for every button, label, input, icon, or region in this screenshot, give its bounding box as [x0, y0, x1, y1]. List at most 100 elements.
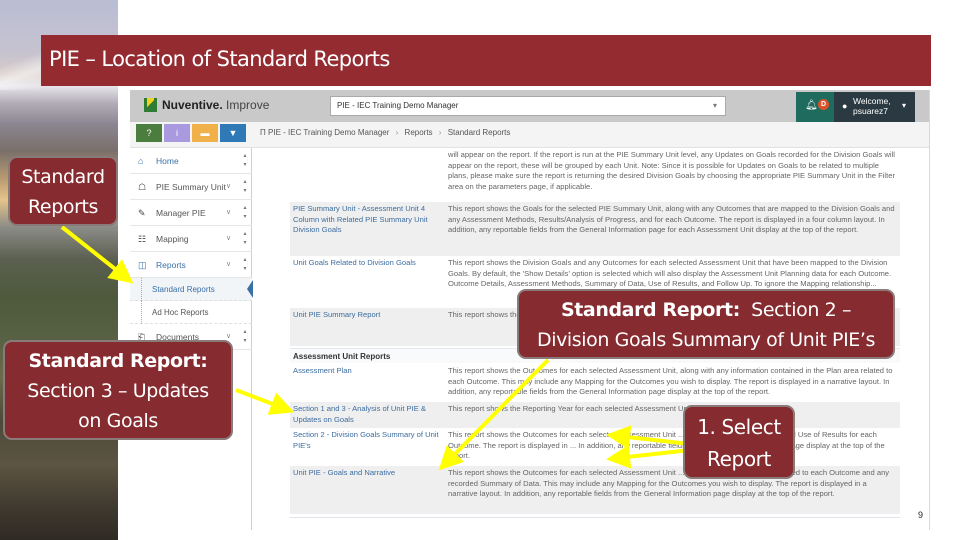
scroll-arrows-icon[interactable]: ▴ ▾ [241, 256, 249, 274]
callout-section-2: Standard Report: Section 2 – Division Go… [517, 289, 895, 359]
callout-standard-reports: Standard Reports [8, 156, 118, 226]
table-row: will appear on the report. If the report… [290, 148, 900, 202]
callout-text: Division Goals Summary of Unit PIE’s [536, 329, 876, 351]
context-select[interactable]: PIE - IEC Training Demo Manager ▾ [330, 96, 726, 116]
callout-text: Report [707, 447, 771, 471]
info-button[interactable]: i [164, 124, 190, 142]
scroll-arrows-icon[interactable]: ▴ ▾ [241, 230, 249, 248]
panel-icon: ▬ [200, 128, 210, 138]
callout-text: on Goals [78, 410, 158, 432]
report-link[interactable]: Section 2 - Division Goals Summary of Un… [293, 430, 443, 451]
callout-section-3: Standard Report: Section 3 – Updates on … [3, 340, 233, 440]
callout-text: Standard [21, 166, 105, 188]
sidebar-item-label: Mapping [156, 234, 189, 244]
sidebar-subitem-label: Standard Reports [152, 285, 215, 294]
report-link[interactable]: Unit PIE Summary Report [293, 310, 443, 321]
app-subbar [130, 122, 929, 148]
sidebar-subitem-standard-reports[interactable]: Standard Reports [130, 278, 252, 301]
callout-text: Section 2 – [739, 299, 852, 321]
report-description: This report shows the Outcomes for each … [448, 366, 893, 397]
report-link[interactable]: PIE Summary Unit - Assessment Unit 4 Col… [293, 204, 443, 236]
table-row: Assessment Plan This report shows the Ou… [290, 364, 900, 402]
chevron-down-icon: ▾ [712, 101, 717, 110]
chevron-down-icon: ∨ [226, 235, 232, 242]
pencil-icon: ✎ [138, 208, 146, 218]
breadcrumb-item-reports[interactable]: Reports [405, 128, 433, 137]
table-row: Unit PIE - Goals and Narrative This repo… [290, 466, 900, 514]
sidebar-item-label: Manager PIE [156, 208, 206, 218]
brand-suffix: Improve [222, 98, 270, 112]
page-number: 9 [918, 510, 924, 520]
table-row: Section 2 - Division Goals Summary of Un… [290, 428, 900, 466]
user-menu[interactable]: ● Welcome, psuarez7 ▾ [834, 92, 915, 122]
sidebar-item-label: PIE Summary Unit [156, 182, 226, 192]
chevron-down-icon: ∨ [226, 183, 232, 190]
app-topbar: Nuventive. Improve PIE - IEC Training De… [130, 90, 929, 122]
callout-text: Section 3 – Updates [27, 380, 209, 402]
sidebar-item-label: Home [156, 156, 179, 166]
chevron-down-icon: ▾ [902, 101, 907, 110]
report-link[interactable]: Unit Goals Related to Division Goals [293, 258, 443, 269]
sidebar: ⌂ Home ▴ ▾ ☖ PIE Summary Unit ∨ ▴ ▾ ✎ Mana… [130, 148, 253, 530]
callout-text: 1. Select [697, 415, 781, 439]
nuventive-logo[interactable]: Nuventive. Improve [144, 98, 269, 112]
scroll-arrows-icon[interactable]: ▴ ▾ [241, 178, 249, 196]
logo-mark-icon [144, 98, 157, 112]
filter-icon: ▼ [228, 128, 238, 138]
sitemap-icon: ☷ [138, 234, 147, 244]
report-link[interactable]: Section 1 and 3 - Analysis of Unit PIE &… [293, 404, 443, 425]
sidebar-subitem-label: Ad Hoc Reports [152, 308, 209, 317]
report-link[interactable]: Assessment Plan [293, 366, 443, 377]
slide-title: PIE – Location of Standard Reports [49, 47, 390, 71]
sidebar-item-reports[interactable]: ◫ Reports ∨ ▴ ▾ [130, 252, 252, 278]
book-icon: ◫ [138, 260, 147, 270]
user-icon: ● [842, 101, 848, 111]
filter-button[interactable]: ▼ [220, 124, 246, 142]
sidebar-item-home[interactable]: ⌂ Home ▴ ▾ [130, 148, 252, 174]
chevron-down-icon: ∨ [226, 209, 232, 216]
help-icon: ? [146, 128, 152, 138]
sidebar-item-pie-summary-unit[interactable]: ☖ PIE Summary Unit ∨ ▴ ▾ [130, 174, 252, 200]
sidebar-item-label: Reports [156, 260, 186, 270]
help-button[interactable]: ? [136, 124, 162, 142]
report-description: This report shows the Outcomes for each … [448, 468, 890, 499]
sidebar-item-manager-pie[interactable]: ✎ Manager PIE ∨ ▴ ▾ [130, 200, 252, 226]
welcome-label: Welcome, [853, 96, 891, 106]
scroll-arrows-icon[interactable]: ▴ ▾ [241, 328, 249, 346]
bell-icon: 🔔︎ [805, 100, 818, 111]
report-description: This report shows the Goals for the sele… [448, 204, 895, 235]
breadcrumb-icon: Π [260, 128, 266, 137]
home-icon: ⌂ [138, 156, 144, 166]
report-description: This report shows the Division Goals and… [448, 258, 892, 289]
notifications-button[interactable]: 🔔︎ D [796, 92, 834, 122]
breadcrumb-separator: › [395, 128, 399, 137]
callout-bold-text: Standard Report: [560, 299, 740, 321]
scroll-arrows-icon[interactable]: ▴ ▾ [241, 204, 249, 222]
callout-text: Reports [27, 196, 99, 218]
selected-marker-icon [247, 280, 253, 298]
institution-icon: ☖ [138, 182, 147, 192]
table-row: Section 1 and 3 - Analysis of Unit PIE &… [290, 402, 900, 428]
tree-line [141, 301, 142, 324]
table-row: PIE Summary Unit - Assessment Unit 4 Col… [290, 202, 900, 256]
brand-name: Nuventive. [162, 98, 223, 112]
report-description: This report shows the Reporting Year for… [448, 404, 700, 413]
tree-line [141, 278, 142, 301]
breadcrumb-item-context[interactable]: PIE - IEC Training Demo Manager [268, 128, 389, 137]
notification-badge: D [818, 99, 829, 110]
table-bottom-border [290, 517, 900, 518]
breadcrumb-separator: › [438, 128, 442, 137]
slide-title-bar: PIE – Location of Standard Reports [41, 35, 931, 86]
breadcrumb: Π PIE - IEC Training Demo Manager › Repo… [260, 128, 510, 137]
username: psuarez7 [853, 106, 888, 116]
scroll-arrows-icon[interactable]: ▴ ▾ [241, 152, 249, 170]
sidebar-item-mapping[interactable]: ☷ Mapping ∨ ▴ ▾ [130, 226, 252, 252]
callout-select-report: 1. Select Report [683, 405, 795, 479]
report-description: will appear on the report. If the report… [448, 150, 895, 191]
context-select-value: PIE - IEC Training Demo Manager [337, 101, 459, 110]
report-link[interactable]: Unit PIE - Goals and Narrative [293, 468, 443, 479]
sidebar-subitem-ad-hoc-reports[interactable]: Ad Hoc Reports [130, 301, 252, 324]
callout-bold-text: Standard Report: [28, 350, 208, 372]
panel-button[interactable]: ▬ [192, 124, 218, 142]
info-icon: i [176, 128, 178, 138]
